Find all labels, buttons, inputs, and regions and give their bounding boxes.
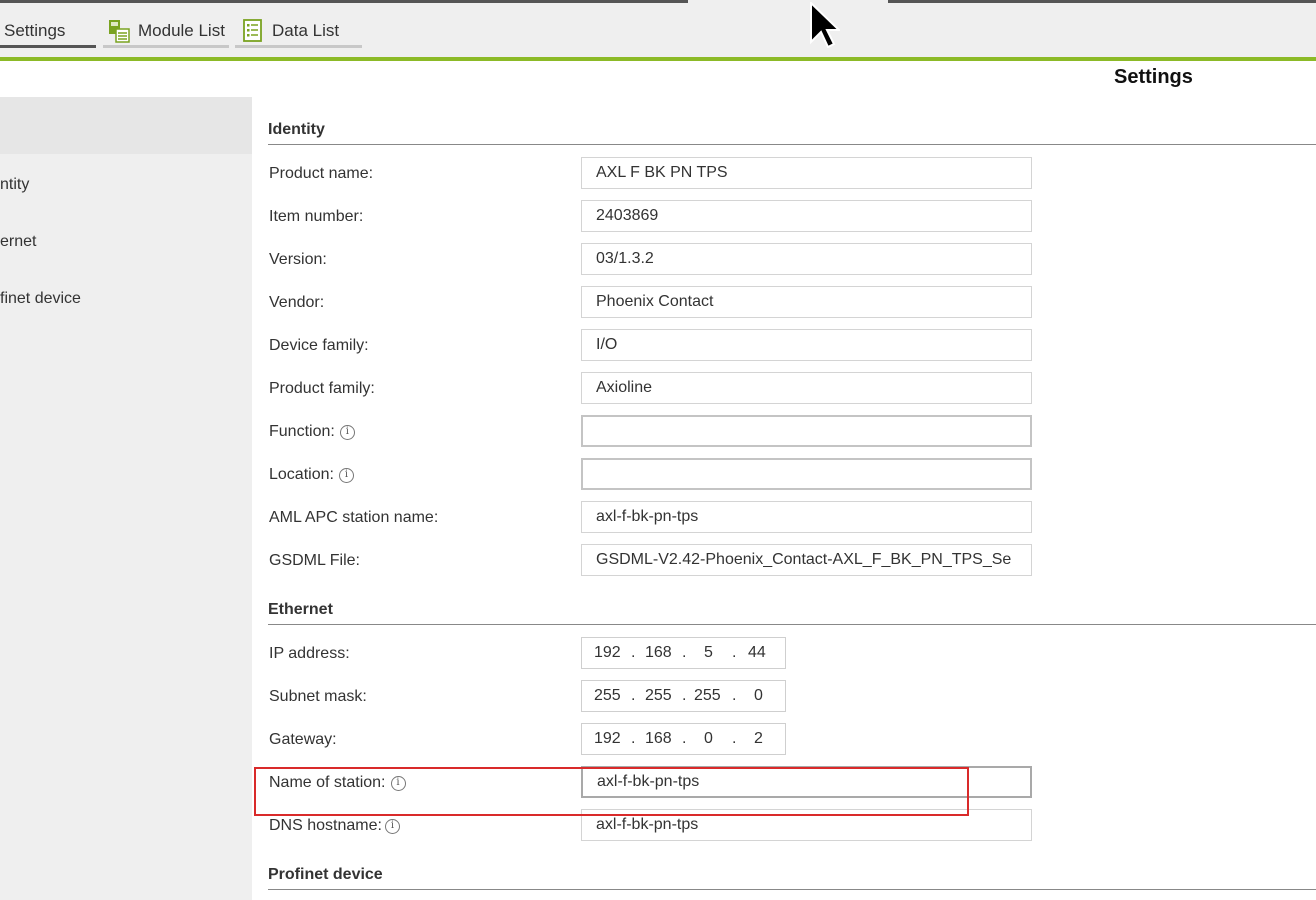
function-input[interactable] <box>581 415 1032 447</box>
data-list-icon <box>243 19 262 42</box>
accent-bar <box>0 57 1316 61</box>
tab-bar: Settings Module List Data List <box>0 0 1316 57</box>
vendor-label: Vendor: <box>269 294 325 311</box>
product-family-field: Axioline <box>581 372 1032 404</box>
tab-data-list-underline <box>235 45 362 48</box>
tab-bar-top-line-right <box>888 0 1316 3</box>
ip-address-octet-2[interactable]: 168 <box>645 644 672 662</box>
device-family-label: Device family: <box>269 337 369 354</box>
tab-data-list[interactable]: Data List <box>235 14 362 48</box>
item-number-label: Item number: <box>269 208 364 225</box>
ip-address-octet-3[interactable]: 5 <box>704 644 713 662</box>
ip-address-octet-1[interactable]: 192 <box>594 644 621 662</box>
gateway-octet-4[interactable]: 2 <box>754 730 763 748</box>
aml-apc-station-name-label: AML APC station name: <box>269 509 439 526</box>
ip-address-dot-2: . <box>682 644 687 661</box>
location-label: Location: <box>269 466 334 483</box>
gsdml-file-field: GSDML-V2.42-Phoenix_Contact-AXL_F_BK_PN_… <box>581 544 1032 576</box>
subnet-mask-octet-3[interactable]: 255 <box>694 687 721 705</box>
subnet-mask-dot-2: . <box>682 687 687 704</box>
sidebar-item-identity[interactable]: ntity <box>0 176 29 194</box>
station-name-info-icon[interactable]: i <box>390 775 406 791</box>
product-name-field: AXL F BK PN TPS <box>581 157 1032 189</box>
location-info-icon[interactable]: i <box>338 467 354 483</box>
tab-module-list-label: Module List <box>138 21 225 40</box>
subnet-mask-field[interactable]: 255 . 255 . 255 . 0 <box>581 680 786 712</box>
ethernet-heading: Ethernet <box>268 601 1316 625</box>
ip-address-field[interactable]: 192 . 168 . 5 . 44 <box>581 637 786 669</box>
module-list-icon <box>109 20 130 43</box>
gateway-field[interactable]: 192 . 168 . 0 . 2 <box>581 723 786 755</box>
gateway-octet-1[interactable]: 192 <box>594 730 621 748</box>
subnet-mask-octet-1[interactable]: 255 <box>594 687 621 705</box>
aml-apc-station-name-field: axl-f-bk-pn-tps <box>581 501 1032 533</box>
tab-bar-top-line <box>0 0 688 3</box>
version-field: 03/1.3.2 <box>581 243 1032 275</box>
page-title: Settings <box>1114 66 1193 88</box>
identity-heading: Identity <box>268 121 1316 145</box>
dns-hostname-field: axl-f-bk-pn-tps <box>581 809 1032 841</box>
sidebar-item-ethernet[interactable]: ernet <box>0 233 36 251</box>
tab-module-list-underline <box>103 45 229 48</box>
location-input[interactable] <box>581 458 1032 490</box>
sidebar-item-profinet-device[interactable]: finet device <box>0 290 81 308</box>
tab-module-list[interactable]: Module List <box>103 14 229 48</box>
station-name-label-group: Name of station: i <box>269 774 406 792</box>
product-name-label: Product name: <box>269 165 374 182</box>
mouse-cursor-icon <box>810 2 840 48</box>
tab-settings-underline <box>0 45 96 48</box>
product-family-label: Product family: <box>269 380 375 397</box>
subnet-mask-dot-1: . <box>631 687 636 704</box>
function-label: Function: <box>269 423 335 440</box>
gateway-dot-1: . <box>631 730 636 747</box>
gateway-octet-3[interactable]: 0 <box>704 730 713 748</box>
subnet-mask-octet-4[interactable]: 0 <box>754 687 763 705</box>
station-name-input[interactable]: axl-f-bk-pn-tps <box>581 766 1032 798</box>
ip-address-dot-3: . <box>732 644 737 661</box>
gateway-dot-3: . <box>732 730 737 747</box>
gateway-dot-2: . <box>682 730 687 747</box>
dns-hostname-label-group: DNS hostname: i <box>269 817 400 835</box>
gsdml-file-label: GSDML File: <box>269 552 360 569</box>
item-number-field: 2403869 <box>581 200 1032 232</box>
sidebar <box>0 97 252 900</box>
subnet-mask-label: Subnet mask: <box>269 688 367 705</box>
location-label-group: Location: i <box>269 466 354 484</box>
gateway-label: Gateway: <box>269 731 337 748</box>
tab-data-list-label: Data List <box>272 21 340 40</box>
device-family-field: I/O <box>581 329 1032 361</box>
station-name-label: Name of station: <box>269 774 386 791</box>
dns-hostname-label: DNS hostname: <box>269 817 382 834</box>
sidebar-header <box>0 97 252 154</box>
function-info-icon[interactable]: i <box>339 424 355 440</box>
dns-hostname-info-icon[interactable]: i <box>384 818 400 834</box>
profinet-device-heading: Profinet device <box>268 866 1316 890</box>
function-label-group: Function: i <box>269 423 355 441</box>
tab-settings[interactable]: Settings <box>0 14 96 48</box>
vendor-field: Phoenix Contact <box>581 286 1032 318</box>
version-label: Version: <box>269 251 327 268</box>
subnet-mask-dot-3: . <box>732 687 737 704</box>
ip-address-label: IP address: <box>269 645 350 662</box>
ip-address-octet-4[interactable]: 44 <box>748 644 766 662</box>
ip-address-dot-1: . <box>631 644 636 661</box>
gateway-octet-2[interactable]: 168 <box>645 730 672 748</box>
tab-settings-label: Settings <box>4 21 66 40</box>
subnet-mask-octet-2[interactable]: 255 <box>645 687 672 705</box>
